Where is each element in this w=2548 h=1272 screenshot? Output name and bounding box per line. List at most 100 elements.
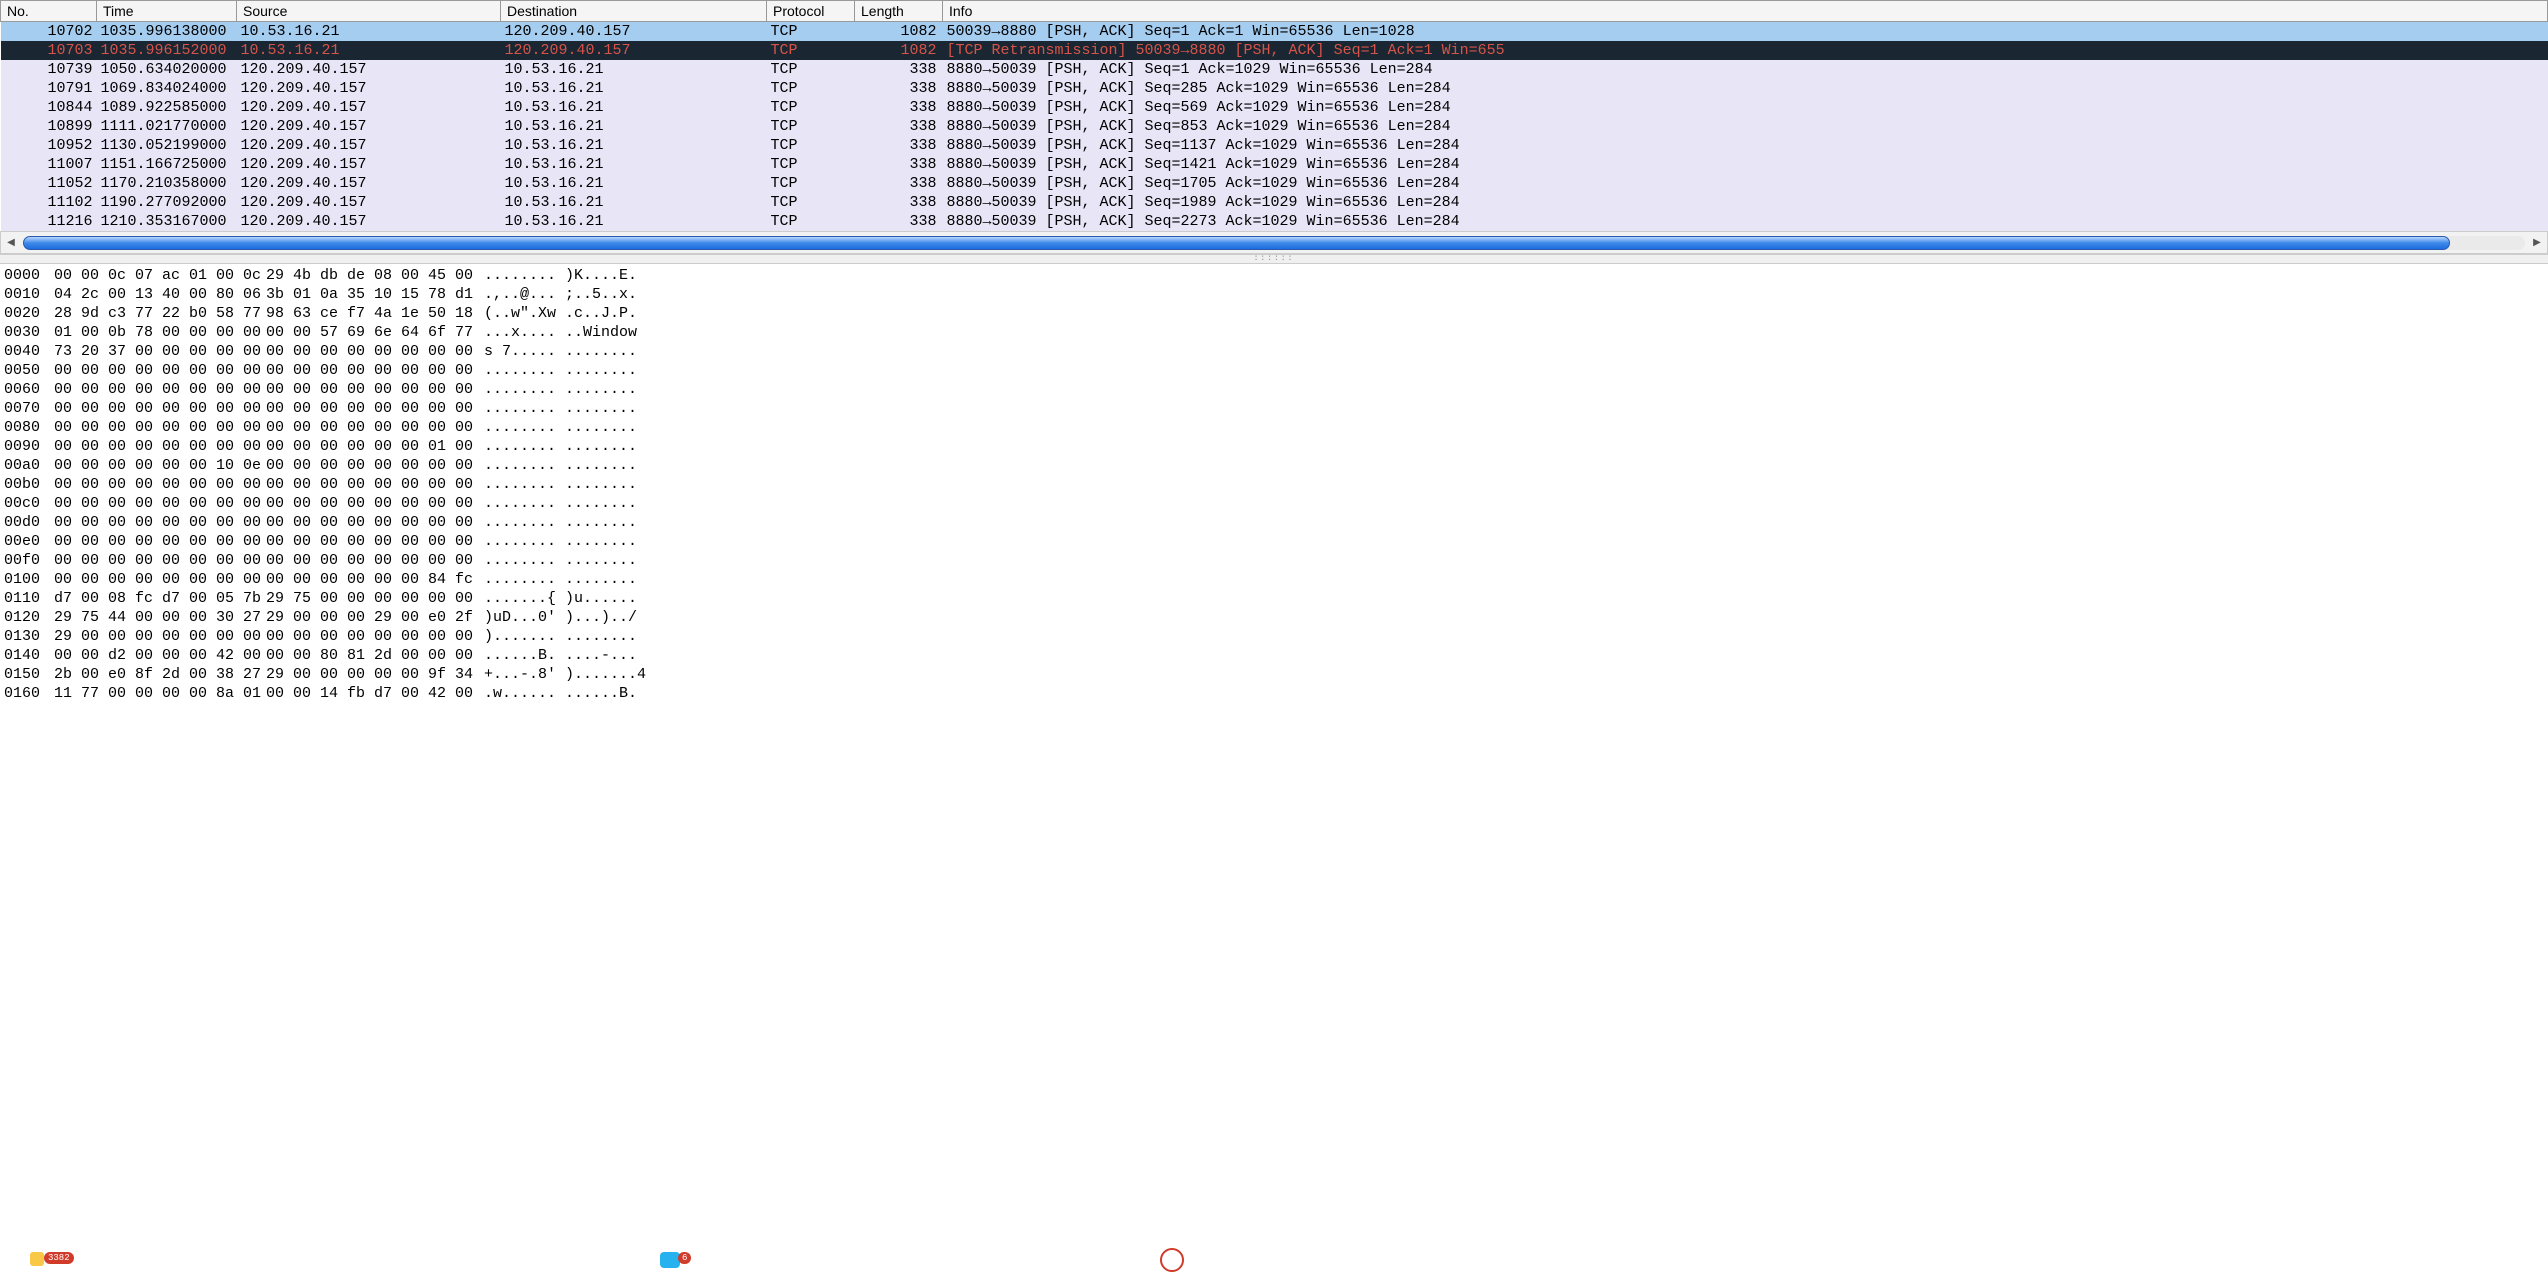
column-header-source[interactable]: Source xyxy=(237,1,501,22)
column-header-info[interactable]: Info xyxy=(943,1,2548,22)
hex-offset: 0090 xyxy=(4,437,54,456)
cell-length: 338 xyxy=(855,60,943,79)
table-row[interactable]: 107031035.99615200010.53.16.21120.209.40… xyxy=(1,41,2548,60)
cell-protocol: TCP xyxy=(767,22,855,42)
hex-offset: 0150 xyxy=(4,665,54,684)
mail-icon[interactable] xyxy=(660,1252,680,1268)
hex-offset: 0160 xyxy=(4,684,54,703)
table-row[interactable]: 107911069.834024000120.209.40.15710.53.1… xyxy=(1,79,2548,98)
hex-line[interactable]: 005000 00 00 00 00 00 00 0000 00 00 00 0… xyxy=(4,361,2544,380)
scroll-right-icon[interactable]: ▶ xyxy=(2527,233,2547,253)
cell-time: 1035.996138000 xyxy=(97,22,237,42)
table-row[interactable]: 108991111.021770000120.209.40.15710.53.1… xyxy=(1,117,2548,136)
hex-line[interactable]: 014000 00 d2 00 00 00 42 0000 00 80 81 2… xyxy=(4,646,2544,665)
record-icon[interactable] xyxy=(1160,1248,1184,1272)
table-row[interactable]: 112161210.353167000120.209.40.15710.53.1… xyxy=(1,212,2548,231)
hex-ascii: ........ ........ xyxy=(484,551,744,570)
column-header-no[interactable]: No. xyxy=(1,1,97,22)
cell-protocol: TCP xyxy=(767,155,855,174)
hex-line[interactable]: 008000 00 00 00 00 00 00 0000 00 00 00 0… xyxy=(4,418,2544,437)
hex-ascii: ........ ........ xyxy=(484,418,744,437)
scroll-left-icon[interactable]: ◀ xyxy=(1,233,21,253)
hex-bytes: 00 00 00 00 00 00 10 0e xyxy=(54,456,266,475)
hex-line[interactable]: 000000 00 0c 07 ac 01 00 0c29 4b db de 0… xyxy=(4,266,2544,285)
table-row[interactable]: 109521130.052199000120.209.40.15710.53.1… xyxy=(1,136,2548,155)
hex-ascii: ........ ........ xyxy=(484,513,744,532)
horizontal-scrollbar[interactable]: ◀ ▶ xyxy=(0,231,2548,254)
table-row[interactable]: 110071151.166725000120.209.40.15710.53.1… xyxy=(1,155,2548,174)
hex-line[interactable]: 0110d7 00 08 fc d7 00 05 7b29 75 00 00 0… xyxy=(4,589,2544,608)
hex-offset: 0140 xyxy=(4,646,54,665)
hex-bytes: 04 2c 00 13 40 00 80 06 xyxy=(54,285,266,304)
hex-line[interactable]: 007000 00 00 00 00 00 00 0000 00 00 00 0… xyxy=(4,399,2544,418)
hex-ascii: )uD...0' )...)../ xyxy=(484,608,744,627)
hex-bytes: 11 77 00 00 00 00 8a 01 xyxy=(54,684,266,703)
hex-line[interactable]: 003001 00 0b 78 00 00 00 0000 00 57 69 6… xyxy=(4,323,2544,342)
hex-line[interactable]: 004073 20 37 00 00 00 00 0000 00 00 00 0… xyxy=(4,342,2544,361)
hex-line[interactable]: 00b000 00 00 00 00 00 00 0000 00 00 00 0… xyxy=(4,475,2544,494)
table-row[interactable]: 107391050.634020000120.209.40.15710.53.1… xyxy=(1,60,2548,79)
column-header-protocol[interactable]: Protocol xyxy=(767,1,855,22)
hex-bytes: 00 00 00 00 00 00 00 00 xyxy=(266,627,484,646)
table-row[interactable]: 110521170.210358000120.209.40.15710.53.1… xyxy=(1,174,2548,193)
hex-offset: 0100 xyxy=(4,570,54,589)
hex-bytes: 01 00 0b 78 00 00 00 00 xyxy=(54,323,266,342)
cell-time: 1050.634020000 xyxy=(97,60,237,79)
cell-protocol: TCP xyxy=(767,98,855,117)
hex-line[interactable]: 00f000 00 00 00 00 00 00 0000 00 00 00 0… xyxy=(4,551,2544,570)
hex-bytes: 3b 01 0a 35 10 15 78 d1 xyxy=(266,285,484,304)
table-row[interactable]: 107021035.99613800010.53.16.21120.209.40… xyxy=(1,22,2548,42)
hex-line[interactable]: 00a000 00 00 00 00 00 10 0e00 00 00 00 0… xyxy=(4,456,2544,475)
hex-bytes: 00 00 00 00 00 00 00 00 xyxy=(54,570,266,589)
hex-ascii: ........ ........ xyxy=(484,380,744,399)
cell-length: 338 xyxy=(855,155,943,174)
hex-bytes: 00 00 80 81 2d 00 00 00 xyxy=(266,646,484,665)
cell-destination: 10.53.16.21 xyxy=(501,212,767,231)
table-row[interactable]: 111021190.277092000120.209.40.15710.53.1… xyxy=(1,193,2548,212)
hex-ascii: ........ ........ xyxy=(484,532,744,551)
cell-info: 8880→50039 [PSH, ACK] Seq=2273 Ack=1029 … xyxy=(943,212,2548,231)
hex-line[interactable]: 006000 00 00 00 00 00 00 0000 00 00 00 0… xyxy=(4,380,2544,399)
cell-destination: 10.53.16.21 xyxy=(501,174,767,193)
hex-bytes: 29 4b db de 08 00 45 00 xyxy=(266,266,484,285)
cell-destination: 10.53.16.21 xyxy=(501,136,767,155)
hex-line[interactable]: 013029 00 00 00 00 00 00 0000 00 00 00 0… xyxy=(4,627,2544,646)
cell-no: 10844 xyxy=(1,98,97,117)
packet-list-table[interactable]: No. Time Source Destination Protocol Len… xyxy=(0,0,2548,231)
cell-protocol: TCP xyxy=(767,212,855,231)
hex-line[interactable]: 016011 77 00 00 00 00 8a 0100 00 14 fb d… xyxy=(4,684,2544,703)
cell-no: 11007 xyxy=(1,155,97,174)
hex-line[interactable]: 009000 00 00 00 00 00 00 0000 00 00 00 0… xyxy=(4,437,2544,456)
hex-line[interactable]: 002028 9d c3 77 22 b0 58 7798 63 ce f7 4… xyxy=(4,304,2544,323)
hex-line[interactable]: 012029 75 44 00 00 00 30 2729 00 00 00 2… xyxy=(4,608,2544,627)
hex-bytes: 00 00 00 00 00 00 00 00 xyxy=(266,475,484,494)
hex-ascii: ......B. ....-... xyxy=(484,646,744,665)
hex-bytes: 00 00 00 00 00 00 00 00 xyxy=(54,494,266,513)
column-header-length[interactable]: Length xyxy=(855,1,943,22)
hex-dump-pane[interactable]: 000000 00 0c 07 ac 01 00 0c29 4b db de 0… xyxy=(0,264,2548,705)
cell-source: 10.53.16.21 xyxy=(237,22,501,42)
hex-ascii: ........ ........ xyxy=(484,361,744,380)
cell-protocol: TCP xyxy=(767,117,855,136)
hex-bytes: 00 00 14 fb d7 00 42 00 xyxy=(266,684,484,703)
notification-icon[interactable] xyxy=(30,1252,44,1266)
hex-line[interactable]: 00c000 00 00 00 00 00 00 0000 00 00 00 0… xyxy=(4,494,2544,513)
column-header-time[interactable]: Time xyxy=(97,1,237,22)
scroll-thumb[interactable] xyxy=(23,236,2450,250)
table-row[interactable]: 108441089.922585000120.209.40.15710.53.1… xyxy=(1,98,2548,117)
scroll-track[interactable] xyxy=(23,236,2525,250)
hex-offset: 00e0 xyxy=(4,532,54,551)
hex-bytes: 00 00 00 00 00 00 00 00 xyxy=(54,551,266,570)
cell-source: 120.209.40.157 xyxy=(237,174,501,193)
hex-line[interactable]: 010000 00 00 00 00 00 00 0000 00 00 00 0… xyxy=(4,570,2544,589)
hex-ascii: s 7..... ........ xyxy=(484,342,744,361)
hex-line[interactable]: 001004 2c 00 13 40 00 80 063b 01 0a 35 1… xyxy=(4,285,2544,304)
hex-line[interactable]: 01502b 00 e0 8f 2d 00 38 2729 00 00 00 0… xyxy=(4,665,2544,684)
column-header-destination[interactable]: Destination xyxy=(501,1,767,22)
hex-line[interactable]: 00d000 00 00 00 00 00 00 0000 00 00 00 0… xyxy=(4,513,2544,532)
cell-time: 1210.353167000 xyxy=(97,212,237,231)
hex-line[interactable]: 00e000 00 00 00 00 00 00 0000 00 00 00 0… xyxy=(4,532,2544,551)
cell-protocol: TCP xyxy=(767,136,855,155)
pane-splitter[interactable]: :::::: xyxy=(0,254,2548,264)
cell-protocol: TCP xyxy=(767,41,855,60)
